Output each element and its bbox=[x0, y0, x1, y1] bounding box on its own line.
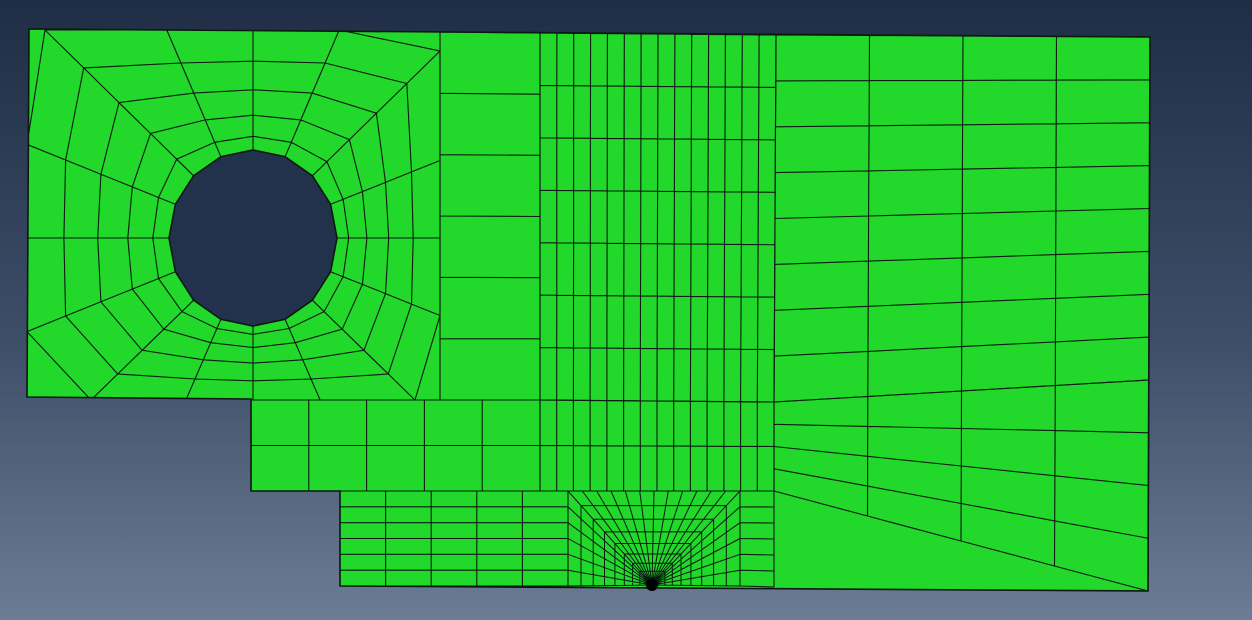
crack-tip-icon bbox=[646, 579, 658, 591]
circular-hole bbox=[168, 149, 338, 327]
model-viewport[interactable] bbox=[0, 0, 1252, 620]
mesh-canvas[interactable] bbox=[0, 0, 1252, 620]
